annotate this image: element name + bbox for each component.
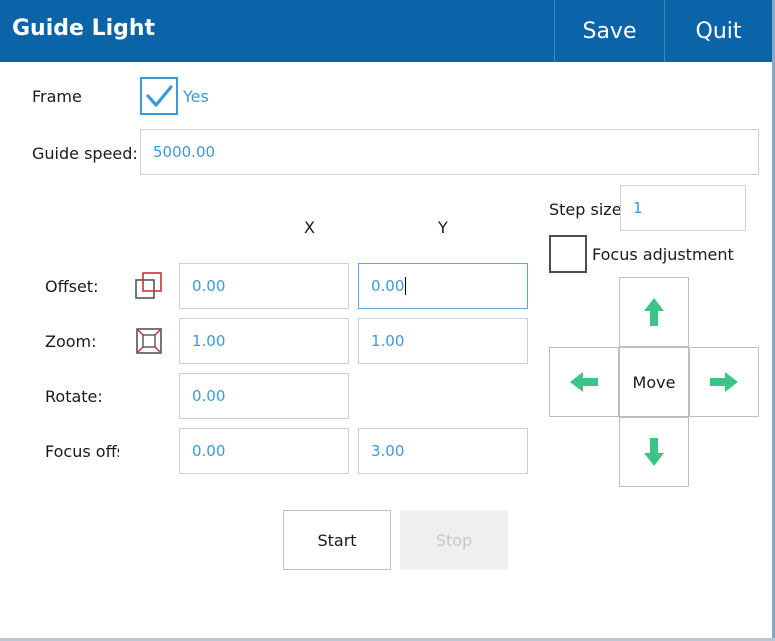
arrow-down-icon [644,438,664,466]
guide-speed-label: Guide speed: [32,144,138,163]
step-size-label: Step size: [549,200,627,219]
focus-offset-x-input[interactable]: 0.00 [179,428,349,474]
offset-icon [133,270,165,302]
step-size-input[interactable]: 1 [620,185,746,231]
save-button[interactable]: Save [554,0,664,62]
focus-adjustment-checkbox[interactable] [549,235,587,273]
focus-adjustment-label: Focus adjustment [592,245,734,264]
focus-offset-x-value: 0.00 [192,442,226,460]
checkmark-icon [146,85,173,107]
guide-speed-value: 5000.00 [153,143,216,161]
frame-yes-label: Yes [183,87,209,106]
zoom-x-value: 1.00 [192,332,226,350]
offset-x-input[interactable]: 0.00 [179,263,349,309]
focus-offset-y-input[interactable]: 3.00 [358,428,528,474]
zoom-x-input[interactable]: 1.00 [179,318,349,364]
frame-label: Frame [32,87,82,106]
rotate-label: Rotate: [45,387,103,406]
start-button[interactable]: Start [283,510,391,570]
rotate-input[interactable]: 0.00 [179,373,349,419]
window-title: Guide Light [12,16,156,41]
offset-y-value: 0.00 [371,277,405,295]
text-caret [405,277,407,295]
move-center-button[interactable]: Move [619,347,689,417]
arrow-left-icon [570,372,598,392]
zoom-y-input[interactable]: 1.00 [358,318,528,364]
focus-offset-label: Focus offs [45,442,119,461]
y-axis-header: Y [438,218,448,237]
zoom-icon [133,325,165,357]
arrow-right-icon [710,372,738,392]
offset-label: Offset: [45,277,99,296]
move-down-button[interactable] [619,417,689,487]
zoom-label: Zoom: [45,332,97,351]
move-left-button[interactable] [549,347,619,417]
frame-checkbox[interactable] [140,77,178,115]
offset-y-input[interactable]: 0.00 [358,263,528,309]
quit-button[interactable]: Quit [664,0,772,62]
zoom-y-value: 1.00 [371,332,405,350]
move-right-button[interactable] [689,347,759,417]
offset-x-value: 0.00 [192,277,226,295]
guide-speed-input[interactable]: 5000.00 [140,129,759,175]
stop-button[interactable]: Stop [400,510,508,570]
x-axis-header: X [304,218,315,237]
focus-offset-y-value: 3.00 [371,442,405,460]
move-up-button[interactable] [619,277,689,347]
step-size-value: 1 [633,199,643,217]
rotate-value: 0.00 [192,387,226,405]
arrow-up-icon [644,298,664,326]
